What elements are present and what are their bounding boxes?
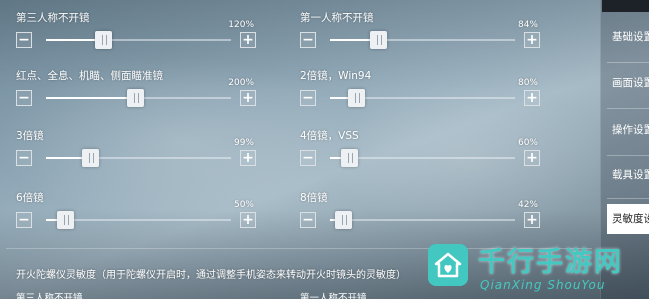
slider-handle[interactable] — [370, 31, 388, 49]
tab-sensitivity-settings[interactable]: 灵敏度设置 — [607, 204, 649, 234]
decrease-button[interactable]: − — [16, 212, 32, 228]
decrease-button[interactable]: − — [16, 32, 32, 48]
decrease-button[interactable]: − — [300, 150, 316, 166]
slider-handle[interactable] — [340, 149, 358, 167]
sensitivity-slider[interactable] — [330, 149, 515, 167]
slider-fill — [46, 97, 135, 99]
slider-handle[interactable] — [334, 211, 352, 229]
sensitivity-row-2x-scope: 2倍镜，Win94 80% − + — [300, 68, 540, 126]
sensitivity-slider[interactable] — [46, 89, 231, 107]
setting-label: 3倍镜 — [16, 130, 44, 142]
sensitivity-row-3x-scope: 3倍镜 99% − + — [16, 128, 256, 186]
tab-vehicle-settings[interactable]: 载具设置 — [607, 160, 649, 190]
sensitivity-slider[interactable] — [330, 211, 515, 229]
decrease-button[interactable]: − — [300, 212, 316, 228]
sensitivity-row-6x-scope: 6倍镜 50% − + — [16, 190, 256, 248]
setting-label: 第三人称不开镜 — [16, 12, 90, 24]
sensitivity-row-fpp-no-scope: 第一人称不开镜 84% − + — [300, 10, 540, 68]
tab-graphics-settings[interactable]: 画面设置 — [607, 68, 649, 98]
slider-handle[interactable] — [347, 89, 365, 107]
setting-value: 99% — [233, 138, 254, 148]
sensitivity-slider[interactable] — [46, 149, 231, 167]
setting-label: 红点、全息、机瞄、侧面瞄准镜 — [16, 70, 163, 82]
increase-button[interactable]: + — [524, 150, 540, 166]
decrease-button[interactable]: − — [16, 150, 32, 166]
setting-value: 120% — [228, 20, 254, 30]
setting-label: 8倍镜 — [300, 192, 328, 204]
setting-label: 6倍镜 — [16, 192, 44, 204]
slider-handle[interactable] — [126, 89, 144, 107]
setting-label: 4倍镜，VSS — [300, 130, 359, 142]
tab-divider — [607, 198, 649, 199]
gyro-section-title: 开火陀螺仪灵敏度（用于陀螺仪开启时，通过调整手机姿态来转动开火时镜头的灵敏度） — [16, 270, 406, 281]
watermark: 千行手游网 QianXing ShouYou — [420, 236, 649, 299]
setting-label: 第一人称不开镜 — [300, 12, 374, 24]
slider-handle[interactable] — [95, 31, 113, 49]
increase-button[interactable]: + — [240, 90, 256, 106]
increase-button[interactable]: + — [240, 32, 256, 48]
sensitivity-row-4x-scope: 4倍镜，VSS 60% − + — [300, 128, 540, 186]
watermark-logo-icon — [428, 244, 468, 286]
setting-value: 42% — [517, 200, 538, 210]
setting-value: 80% — [517, 78, 538, 88]
increase-button[interactable]: + — [524, 32, 540, 48]
tab-divider — [607, 155, 649, 156]
decrease-button[interactable]: − — [300, 90, 316, 106]
watermark-title: 千行手游网 — [478, 247, 623, 278]
increase-button[interactable]: + — [240, 150, 256, 166]
slider-handle[interactable] — [56, 211, 74, 229]
gyro-label-fpp: 第一人称不开镜 — [300, 293, 367, 299]
decrease-button[interactable]: − — [300, 32, 316, 48]
tab-controls-settings[interactable]: 操作设置 — [607, 115, 649, 145]
sensitivity-row-tpp-no-scope: 第三人称不开镜 120% − + — [16, 10, 256, 68]
sensitivity-slider[interactable] — [46, 31, 231, 49]
gyro-label-tpp: 第三人称不开镜 — [16, 293, 83, 299]
slider-handle[interactable] — [82, 149, 100, 167]
decrease-button[interactable]: − — [16, 90, 32, 106]
tab-divider — [607, 108, 649, 109]
tab-basic-settings[interactable]: 基础设置 — [607, 22, 649, 52]
increase-button[interactable]: + — [524, 90, 540, 106]
sensitivity-row-red-dot: 红点、全息、机瞄、侧面瞄准镜 200% − + — [16, 68, 256, 126]
setting-value: 84% — [517, 20, 538, 30]
sensitivity-slider[interactable] — [46, 211, 231, 229]
setting-label: 2倍镜，Win94 — [300, 70, 372, 82]
increase-button[interactable]: + — [240, 212, 256, 228]
increase-button[interactable]: + — [524, 212, 540, 228]
setting-value: 50% — [233, 200, 254, 210]
watermark-subtitle: QianXing ShouYou — [480, 278, 606, 292]
sensitivity-slider[interactable] — [330, 89, 515, 107]
setting-value: 60% — [517, 138, 538, 148]
tab-divider — [607, 62, 649, 63]
sensitivity-slider[interactable] — [330, 31, 515, 49]
setting-value: 200% — [228, 78, 254, 88]
